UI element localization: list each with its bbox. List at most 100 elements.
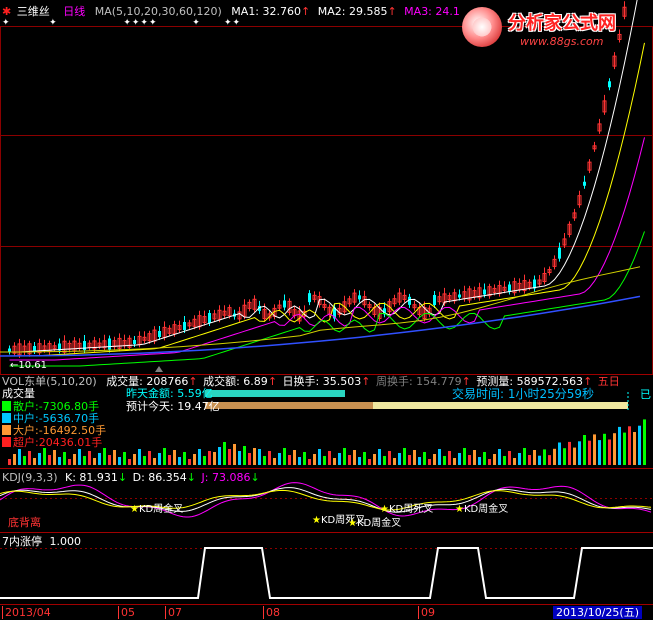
volume-bar [248,453,251,465]
volume-bar [348,455,351,465]
volume-bar [123,452,126,465]
volume-bar [278,453,281,465]
down-arrow-icon: ↓ [186,471,197,484]
bottom-divergence-label: 底背离 [8,516,41,529]
volume-bar [213,452,216,465]
volume-bar [423,452,426,465]
up-arrow-icon: ↑ [267,375,278,388]
kdj-annotation-4: ★KD周死叉 [380,504,434,515]
volume-bar [143,456,146,465]
kdj-annotation-3: ★KD周金叉 [348,518,402,529]
volume-bar [203,456,206,465]
volume-bar [613,433,616,465]
volume-bar [628,426,631,465]
kdj-k-line [0,487,652,513]
price-low-label: ←10.61 [10,360,48,371]
volume-bar [138,449,141,465]
trade-time: 交易时间: 1小时25分59秒 [452,387,595,401]
volume-bar [178,457,181,465]
volume-bar [573,447,576,465]
volume-bar [13,454,16,465]
volume-bar [108,455,111,465]
volume-bar [223,442,226,465]
volume-bar [433,454,436,465]
volume-bar [343,448,346,465]
yesterday-amount: 昨天金额: 5.59亿 [126,387,213,400]
volume-bar [513,458,516,465]
candle-body [483,289,486,295]
volume-bar [183,452,186,465]
volume-bar [313,454,316,465]
kdj-k-label: K: 81.931 [65,471,118,484]
star-marker-icon: ✦ ✦ ✦✦✦✦ ✦ ✦✦ [2,18,242,28]
volume-bar [563,448,566,465]
stock-chart-canvas[interactable] [0,0,653,620]
candle-body [108,338,111,350]
volume-bar [503,456,506,465]
volume-bar [608,439,611,465]
limit-up-signal-line [0,547,653,599]
candle-body [558,247,561,259]
volume-bar [23,456,26,465]
turnover-label: 日换手: 35.503 [282,375,362,388]
volume-bar [598,440,601,465]
volume-bar [308,459,311,465]
up-arrow-icon: ↑ [387,5,397,18]
volume-bar [328,451,331,465]
volume-bar [103,448,106,465]
volume-bar [428,459,431,465]
volume-bar [218,447,221,465]
kdj-d-line [0,489,652,511]
volume-bar [273,458,276,465]
limit-up-title[interactable]: 7内涨停 [2,535,42,548]
volume-bar [638,425,641,465]
candle-body [508,284,511,292]
yesterday-amount-bar [205,390,345,397]
volume-bar [18,449,21,465]
volume-bar [228,449,231,465]
volume-bar [538,455,541,465]
kdj-annotation-5: ★KD周金叉 [455,504,509,515]
volume-bar [558,442,561,465]
volume-bar [53,450,56,465]
volume-bar [208,451,211,465]
ma2-label: MA2: 29.585 [317,5,388,18]
volume-bar [353,450,356,465]
candle-body [133,340,136,344]
volume-bar [333,458,336,465]
candle-body [608,81,611,88]
volume-bar [458,453,461,465]
legend-swatch-4 [2,437,11,447]
volume-bar [338,453,341,465]
candle-body [308,293,311,303]
candle-body [8,348,11,352]
star-icon: ★ [380,504,389,515]
star-icon: ★ [348,518,357,529]
volume-bar [318,449,321,465]
volume-bar [568,441,571,465]
logo-url: www.88gs.com [520,35,604,48]
volume-bar [43,448,46,465]
kdj-annotation-1: ★KD周金叉 [130,504,184,515]
volume-bar [368,459,371,465]
volume-bar [133,454,136,465]
site-logo: 分析家公式网 www.88gs.com [456,3,652,53]
volume-bar [473,450,476,465]
volume-bar [508,451,511,465]
volume-bar [188,459,191,465]
candle-body [158,331,161,337]
volume-bar [468,455,471,465]
volume-bar [553,448,556,465]
volume-bar [633,432,636,465]
volume-bar [78,449,81,465]
kdj-title[interactable]: KDJ(9,3,3) [2,471,58,484]
volume-bar [548,455,551,465]
kdj-d-label: D: 86.354 [132,471,187,484]
volume-bar [48,455,51,465]
volume-bar [603,433,606,465]
volume-bar [88,451,91,465]
volume-bar [173,450,176,465]
volume-bar [298,457,301,465]
date-axis-label: 2013/04 [2,606,51,619]
volume-bar [253,448,256,465]
